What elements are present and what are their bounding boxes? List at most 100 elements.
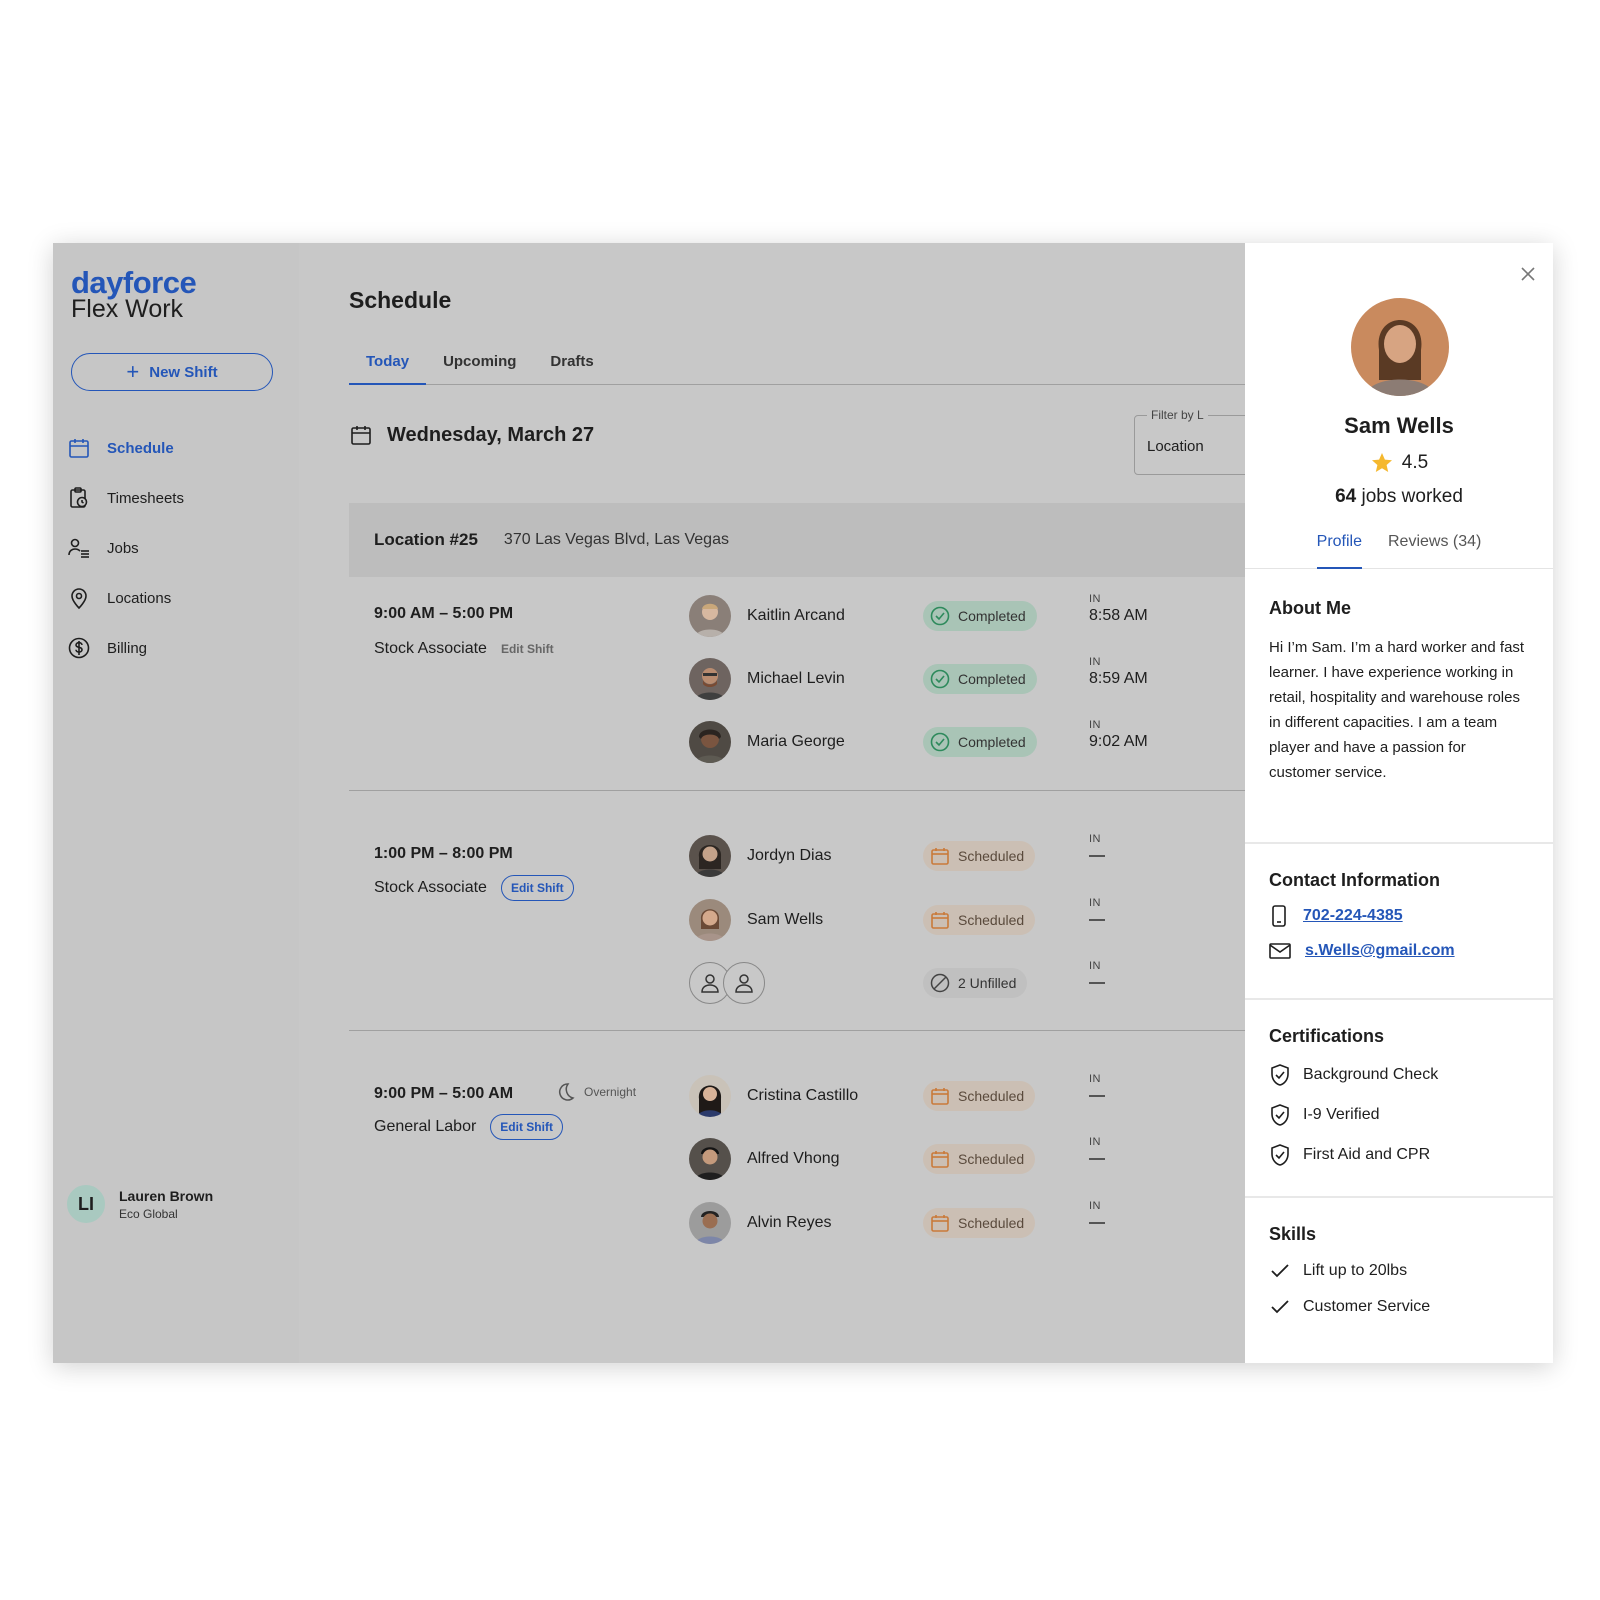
date-selector[interactable]: Wednesday, March 27 [349,423,594,447]
schedule-tabs: Today Upcoming Drafts [349,345,1245,385]
worker-name: Maria George [747,733,845,750]
certifications-section: Certifications Background Check I-9 Veri… [1245,1026,1553,1167]
worker-name: Jordyn Dias [747,847,832,864]
calendar-icon [931,1088,949,1105]
mail-icon [1269,943,1291,959]
shield-check-icon [1271,1104,1289,1126]
star-icon [1371,453,1392,472]
clock-in-label: IN [1089,719,1101,731]
new-shift-button[interactable]: + New Shift [71,353,273,391]
status-label: Completed [958,608,1026,624]
sidebar-item-locations[interactable]: Locations [67,573,184,623]
overnight-indicator: Overnight [554,1081,636,1103]
status-badge: Completed [923,727,1037,757]
shift-time: 1:00 PM – 8:00 PM [374,845,513,862]
worker-row[interactable]: Kaitlin Arcand Completed IN 8:58 AM [689,593,1245,639]
clock-in: IN [1089,960,1105,984]
clock-in: IN [1089,897,1105,921]
profile-avatar [1351,298,1449,396]
page-title: Schedule [349,287,452,313]
edit-shift-button[interactable]: Edit Shift [500,875,574,901]
status-label: Scheduled [958,912,1025,928]
tab-profile[interactable]: Profile [1316,533,1362,569]
profile-tabs: Profile Reviews (34) [1245,533,1553,569]
moon-icon [558,1083,575,1101]
timesheet-icon [70,487,88,508]
plus-icon: + [126,359,140,384]
worker-row[interactable]: Cristina Castillo Scheduled IN [689,1073,1245,1119]
location-header: Location #25 370 Las Vegas Blvd, Las Veg… [349,503,1245,577]
status-badge: Scheduled [923,1144,1036,1174]
status-badge: Completed [923,664,1037,694]
edit-shift-button[interactable]: Edit Shift [490,1114,563,1140]
new-shift-label: New Shift [149,363,218,381]
about-text: Hi I’m Sam. I’m a hard worker and fast l… [1269,639,1525,781]
certification-item: First Aid and CPR [1269,1143,1529,1167]
section-divider [1245,998,1553,1000]
user-account[interactable]: LI Lauren Brown Eco Global [65,1183,213,1225]
sidebar-item-jobs[interactable]: Jobs [67,523,184,573]
check-circle-icon [930,732,950,752]
clock-in: IN [1089,1136,1105,1160]
worker-name: Michael Levin [747,670,845,687]
edit-shift-button[interactable]: Edit Shift [501,642,554,656]
worker-row[interactable]: Alvin Reyes Scheduled IN [689,1200,1245,1246]
clock-in: IN 9:02 AM [1089,719,1148,751]
empty-time-dash [1089,1095,1105,1097]
unfilled-icon [930,973,950,993]
app-window: dayforce Flex Work + New Shift Schedule … [53,243,1553,1363]
worker-row[interactable]: Maria George Completed IN 9:02 AM [689,719,1245,765]
shift-role-label: Stock Associate [374,640,487,657]
skill-label: Customer Service [1303,1298,1431,1315]
sidebar-item-label: Billing [107,639,148,657]
section-title: Certifications [1269,1026,1385,1046]
empty-time-dash [1089,982,1105,984]
shift-role: General Labor Edit Shift [374,1114,563,1140]
sidebar-item-billing[interactable]: Billing [67,623,184,673]
phone-row: 702-224-4385 [1269,905,1529,927]
sidebar-item-timesheets[interactable]: Timesheets [67,473,184,523]
section-divider [1245,1196,1553,1198]
worker-row[interactable]: Michael Levin Completed IN 8:59 AM [689,656,1245,702]
status-badge: Scheduled [923,905,1036,935]
tab-today[interactable]: Today [349,345,427,385]
status-badge: Completed [923,601,1037,631]
worker-name: Alvin Reyes [747,1214,832,1231]
certification-item: Background Check [1269,1063,1529,1087]
worker-row[interactable]: Alfred Vhong Scheduled IN [689,1136,1245,1182]
tab-reviews[interactable]: Reviews (34) [1388,533,1481,569]
worker-row-unfilled[interactable]: 2 Unfilled IN [689,960,1245,1006]
empty-time-dash [1089,1222,1105,1224]
section-title: Skills [1269,1224,1317,1244]
tab-upcoming[interactable]: Upcoming [426,345,533,385]
shield-check-icon [1271,1144,1289,1166]
phone-link[interactable]: 702-224-4385 [1303,907,1403,925]
worker-row[interactable]: Sam Wells Scheduled IN [689,897,1245,943]
avatar [689,658,731,700]
jobs-icon [68,538,89,558]
calendar-icon [931,848,949,865]
brand-subtitle: Flex Work [71,295,184,323]
skill-item: Customer Service [1269,1297,1529,1317]
clock-in: IN [1089,1073,1105,1097]
tab-drafts[interactable]: Drafts [533,345,610,385]
certification-label: First Aid and CPR [1303,1146,1431,1163]
filter-label: Filter by L [1147,408,1208,422]
close-icon[interactable] [1517,263,1539,285]
worker-row[interactable]: Jordyn Dias Scheduled IN [689,833,1245,879]
shield-check-icon [1271,1064,1289,1086]
user-name: Lauren Brown [119,1187,214,1204]
sidebar-item-schedule[interactable]: Schedule [67,423,184,473]
avatar [689,1202,731,1244]
about-section: About Me Hi I’m Sam. I’m a hard worker a… [1245,598,1553,785]
dollar-icon [68,637,90,659]
avatar [689,1138,731,1180]
calendar-icon [931,1151,949,1168]
unfilled-slots [689,962,765,1004]
location-address: 370 Las Vegas Blvd, Las Vegas [503,531,729,548]
email-link[interactable]: s.Wells@gmail.com [1305,942,1455,960]
calendar-icon [931,912,949,929]
worker-name: Kaitlin Arcand [747,607,845,624]
clock-in-label: IN [1089,656,1101,668]
skills-section: Skills Lift up to 20lbs Customer Service [1245,1224,1553,1317]
